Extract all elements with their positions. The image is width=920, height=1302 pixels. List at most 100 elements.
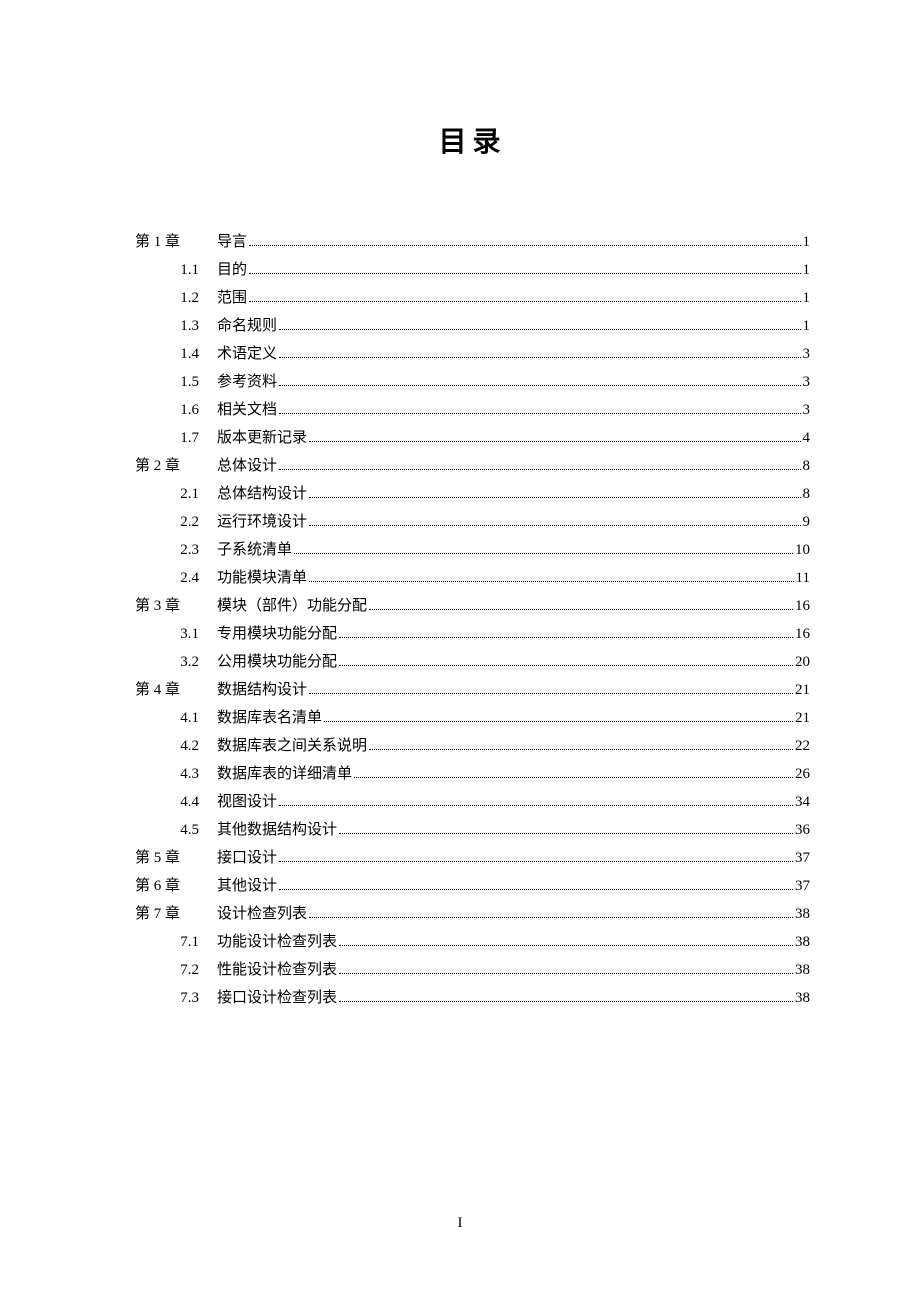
toc-entry: 第 6 章其他设计37 xyxy=(135,874,810,898)
toc-entry: 2.1总体结构设计8 xyxy=(135,482,810,506)
toc-entry-title: 性能设计检查列表 xyxy=(217,958,337,982)
toc-entry-title: 数据库表之间关系说明 xyxy=(217,734,367,758)
toc-entry-number: 4.1 xyxy=(135,706,217,730)
toc-entry-page: 11 xyxy=(796,566,810,590)
toc-entry-title: 其他数据结构设计 xyxy=(217,818,337,842)
toc-entry-number: 第 7 章 xyxy=(135,902,217,926)
toc-entry: 1.1目的1 xyxy=(135,258,810,282)
toc-dot-leader xyxy=(369,749,793,750)
toc-entry-title: 总体结构设计 xyxy=(217,482,307,506)
toc-dot-leader xyxy=(309,693,793,694)
toc-entry: 3.2公用模块功能分配 20 xyxy=(135,650,810,674)
toc-dot-leader xyxy=(279,413,800,414)
toc-entry: 7.3接口设计检查列表38 xyxy=(135,986,810,1010)
toc-entry-number: 2.2 xyxy=(135,510,217,534)
toc-entry-title: 视图设计 xyxy=(217,790,277,814)
toc-entry: 3.1专用模块功能分配16 xyxy=(135,622,810,646)
toc-dot-leader xyxy=(309,525,800,526)
toc-entry-title: 相关文档 xyxy=(217,398,277,422)
toc-entry: 1.2范围1 xyxy=(135,286,810,310)
toc-entry: 4.2数据库表之间关系说明 22 xyxy=(135,734,810,758)
toc-entry-title: 接口设计检查列表 xyxy=(217,986,337,1010)
toc-entry-title: 参考资料 xyxy=(217,370,277,394)
toc-entry-title: 专用模块功能分配 xyxy=(217,622,337,646)
toc-entry-title: 其他设计 xyxy=(217,874,277,898)
toc-dot-leader xyxy=(279,385,800,386)
toc-title: 目录 xyxy=(135,120,810,160)
page-number: I xyxy=(0,1215,920,1232)
toc-entry: 第 3 章模块（部件）功能分配16 xyxy=(135,594,810,618)
toc-entry: 2.3子系统清单 10 xyxy=(135,538,810,562)
toc-dot-leader xyxy=(354,777,793,778)
toc-entry-title: 总体设计 xyxy=(217,454,277,478)
toc-entry-page: 38 xyxy=(795,930,810,954)
toc-entry-number: 1.1 xyxy=(135,258,217,282)
toc-entry-title: 数据结构设计 xyxy=(217,678,307,702)
toc-dot-leader xyxy=(309,497,800,498)
toc-entry-page: 9 xyxy=(803,510,811,534)
toc-entry: 第 7 章设计检查列表38 xyxy=(135,902,810,926)
toc-entry-number: 1.5 xyxy=(135,370,217,394)
toc-entry-page: 26 xyxy=(795,762,810,786)
toc-dot-leader xyxy=(279,889,793,890)
toc-entry: 第 4 章数据结构设计21 xyxy=(135,678,810,702)
toc-entry: 第 5 章接口设计37 xyxy=(135,846,810,870)
toc-entry-number: 4.5 xyxy=(135,818,217,842)
toc-dot-leader xyxy=(324,721,793,722)
toc-entry: 4.5其他数据结构设计 36 xyxy=(135,818,810,842)
toc-entry-number: 4.4 xyxy=(135,790,217,814)
toc-entry: 1.4术语定义3 xyxy=(135,342,810,366)
toc-entry-number: 7.3 xyxy=(135,986,217,1010)
toc-entry-number: 4.2 xyxy=(135,734,217,758)
toc-entry-title: 导言 xyxy=(217,230,247,254)
toc-entry-number: 2.4 xyxy=(135,566,217,590)
toc-entry-number: 2.3 xyxy=(135,538,217,562)
toc-entry-page: 3 xyxy=(803,342,811,366)
toc-entry-title: 目的 xyxy=(217,258,247,282)
toc-entry-number: 第 3 章 xyxy=(135,594,217,618)
toc-entry: 7.2性能设计检查列表 38 xyxy=(135,958,810,982)
toc-entry-page: 37 xyxy=(795,874,810,898)
toc-entry-number: 7.2 xyxy=(135,958,217,982)
toc-dot-leader xyxy=(369,609,793,610)
toc-dot-leader xyxy=(339,833,793,834)
toc-entry-title: 公用模块功能分配 xyxy=(217,650,337,674)
toc-entry-page: 22 xyxy=(795,734,810,758)
toc-entry-page: 20 xyxy=(795,650,810,674)
toc-entry-title: 命名规则 xyxy=(217,314,277,338)
toc-dot-leader xyxy=(294,553,793,554)
toc-entry: 1.3命名规则1 xyxy=(135,314,810,338)
toc-entry-number: 第 5 章 xyxy=(135,846,217,870)
toc-entry: 1.7版本更新记录4 xyxy=(135,426,810,450)
toc-entry-title: 设计检查列表 xyxy=(217,902,307,926)
toc-entry-number: 1.4 xyxy=(135,342,217,366)
toc-dot-leader xyxy=(249,245,800,246)
toc-entry-title: 数据库表的详细清单 xyxy=(217,762,352,786)
toc-entry-title: 模块（部件）功能分配 xyxy=(217,594,367,618)
toc-entry-number: 第 2 章 xyxy=(135,454,217,478)
toc-entry-page: 21 xyxy=(795,678,810,702)
toc-dot-leader xyxy=(339,945,793,946)
toc-entry-page: 34 xyxy=(795,790,810,814)
toc-entry-title: 数据库表名清单 xyxy=(217,706,322,730)
toc-entry-title: 功能模块清单 xyxy=(217,566,307,590)
toc-entry-number: 第 1 章 xyxy=(135,230,217,254)
toc-entry: 第 1 章导言 1 xyxy=(135,230,810,254)
toc-entry-title: 子系统清单 xyxy=(217,538,292,562)
toc-dot-leader xyxy=(279,805,793,806)
toc-dot-leader xyxy=(339,1001,793,1002)
toc-entry-page: 38 xyxy=(795,958,810,982)
toc-entry-page: 36 xyxy=(795,818,810,842)
toc-list: 第 1 章导言 1 1.1目的1 1.2范围1 1.3命名规则1 1.4术语定义3 1.5参… xyxy=(135,230,810,1010)
toc-entry-page: 4 xyxy=(803,426,811,450)
toc-entry-number: 3.2 xyxy=(135,650,217,674)
toc-entry-number: 4.3 xyxy=(135,762,217,786)
toc-entry-number: 1.7 xyxy=(135,426,217,450)
toc-entry-page: 10 xyxy=(795,538,810,562)
toc-entry-page: 1 xyxy=(803,230,811,254)
toc-entry: 第 2 章总体设计8 xyxy=(135,454,810,478)
toc-dot-leader xyxy=(309,581,794,582)
toc-dot-leader xyxy=(279,861,793,862)
toc-dot-leader xyxy=(279,329,800,330)
toc-dot-leader xyxy=(279,357,800,358)
